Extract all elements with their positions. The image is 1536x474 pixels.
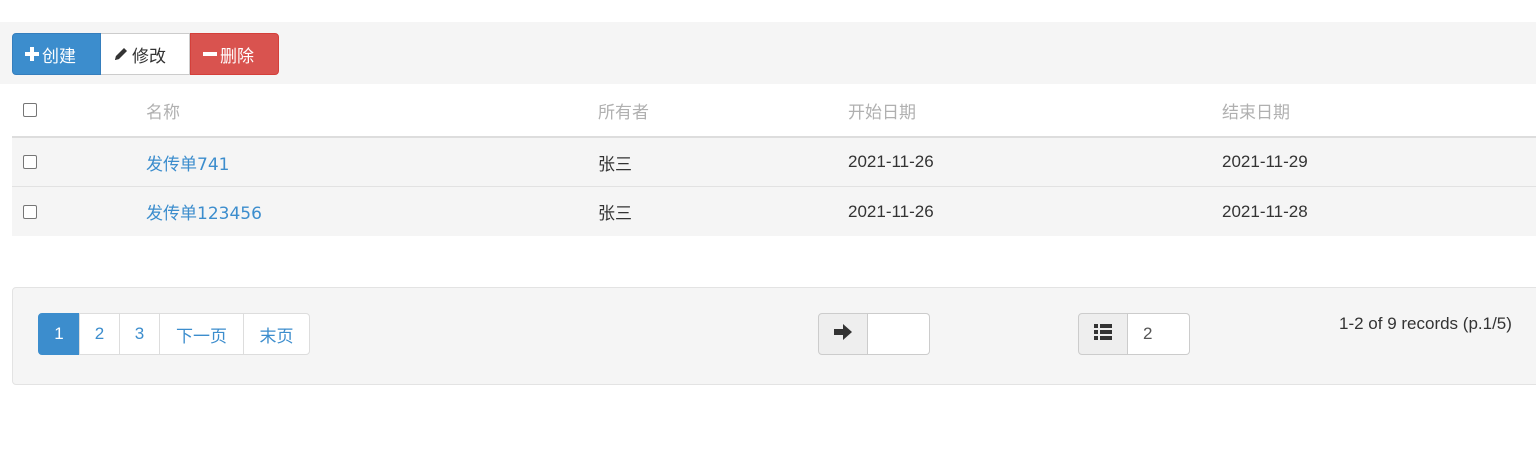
next-page-button[interactable]: 下一页 [159, 313, 244, 355]
activity-table: 名称 所有者 开始日期 结束日期 发传单741 张三 2021-11-26 20… [12, 84, 1536, 236]
create-button[interactable]: 创建 [12, 33, 101, 75]
page-button-1[interactable]: 1 [38, 313, 80, 355]
pagination-panel: 1 2 3 下一页 末页 2 1-2 of 9 records (p.1/5) [12, 287, 1536, 385]
owner-cell: 张三 [598, 154, 632, 175]
arrow-right-icon [834, 323, 852, 345]
plus-icon [25, 47, 39, 61]
activity-name-link[interactable]: 发传单741 [146, 138, 229, 186]
header-end-date: 结束日期 [1222, 102, 1290, 123]
header-name: 名称 [146, 102, 180, 123]
last-page-button[interactable]: 末页 [243, 313, 310, 355]
jump-to-page-group [818, 313, 930, 355]
edit-button[interactable]: 修改 [101, 33, 190, 75]
owner-cell: 张三 [598, 204, 632, 224]
toolbar: 创建 修改 删除 [0, 22, 1536, 84]
edit-button-label: 修改 [132, 46, 166, 67]
row-checkbox[interactable] [23, 204, 37, 219]
jump-page-input[interactable] [868, 313, 930, 355]
pencil-icon [113, 46, 129, 62]
list-icon [1094, 323, 1112, 345]
page-size-input[interactable]: 2 [1128, 313, 1190, 355]
row-checkbox[interactable] [23, 155, 37, 169]
records-summary: 1-2 of 9 records (p.1/5) [1339, 314, 1512, 333]
pagination: 1 2 3 下一页 末页 [38, 313, 310, 355]
table-row: 发传单123456 张三 2021-11-26 2021-11-28 [12, 187, 1536, 236]
start-date-cell: 2021-11-26 [848, 201, 934, 221]
delete-button[interactable]: 删除 [190, 33, 279, 75]
start-date-cell: 2021-11-26 [848, 152, 934, 171]
select-all-cell [23, 84, 37, 136]
page-size-group: 2 [1078, 313, 1190, 355]
page-button-2[interactable]: 2 [79, 313, 120, 355]
activity-name-link[interactable]: 发传单123456 [146, 187, 262, 236]
minus-icon [203, 47, 217, 61]
jump-button[interactable] [818, 313, 868, 355]
create-button-label: 创建 [42, 46, 76, 67]
select-all-checkbox[interactable] [23, 103, 37, 117]
header-start-date: 开始日期 [848, 102, 916, 123]
page-size-button[interactable] [1078, 313, 1128, 355]
end-date-cell: 2021-11-28 [1222, 201, 1308, 221]
row-select-cell [23, 187, 37, 236]
header-owner: 所有者 [598, 102, 649, 123]
page-button-3[interactable]: 3 [119, 313, 160, 355]
action-button-group: 创建 修改 删除 [12, 33, 279, 75]
table-header-row: 名称 所有者 开始日期 结束日期 [12, 84, 1536, 138]
row-select-cell [23, 138, 37, 186]
delete-button-label: 删除 [220, 46, 254, 67]
table-row: 发传单741 张三 2021-11-26 2021-11-29 [12, 138, 1536, 187]
end-date-cell: 2021-11-29 [1222, 152, 1308, 171]
